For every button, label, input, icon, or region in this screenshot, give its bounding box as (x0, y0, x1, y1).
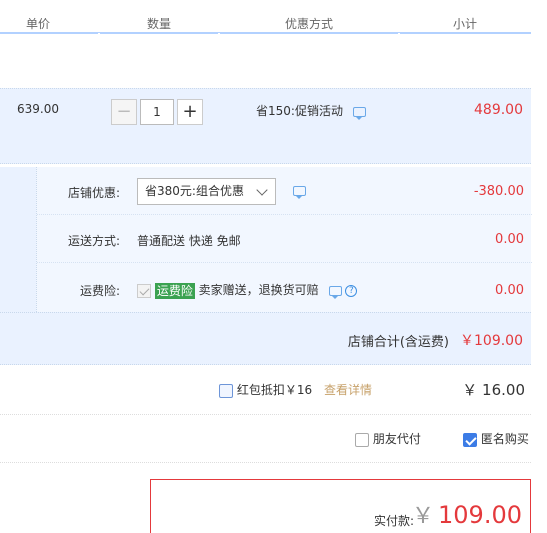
item-subtotal: 489.00 (474, 102, 523, 118)
shipping-amount: 0.00 (495, 232, 524, 247)
insurance-badge: 运费险 (154, 282, 195, 299)
friend-pay-label: 朋友代付 (372, 432, 421, 446)
payment-summary-box: 实付款: ￥ 109.00 (150, 479, 531, 533)
actual-payment-amount: ￥ 109.00 (412, 498, 522, 530)
anonymous-label: 匿名购买 (480, 432, 529, 446)
qty-decrease-button[interactable]: − (111, 99, 137, 125)
header-separator (218, 33, 220, 36)
header-quantity: 数量 (147, 17, 172, 31)
insurance-checkbox (137, 283, 151, 298)
shop-discount-label: 店铺优惠: (67, 186, 120, 200)
message-icon[interactable] (352, 106, 366, 120)
currency-symbol: ￥ (412, 504, 435, 529)
shop-discount-selected: 省380元:组合优惠 (145, 184, 244, 198)
message-icon[interactable] (293, 186, 306, 199)
shop-discount-row: 店铺优惠: 省380元:组合优惠 -380.00 (37, 167, 532, 215)
shop-total-amount: ￥109.00 (460, 333, 523, 349)
promotion-text: 省150:促销活动 (256, 104, 343, 118)
qty-increase-button[interactable]: + (177, 99, 203, 125)
view-details-link[interactable]: 查看详情 (324, 383, 372, 397)
header-separator (398, 33, 400, 36)
payment-value: 109.00 (438, 501, 522, 529)
qty-input[interactable]: 1 (140, 99, 174, 125)
header-unit-price: 单价 (26, 17, 51, 31)
shipping-method: 普通配送 快递 免邮 (137, 234, 241, 248)
shop-total-label: 店铺合计(含运费) (347, 335, 449, 350)
red-packet-label: 红包抵扣￥16 (236, 383, 313, 397)
insurance-text: 卖家赠送，退换货可赔 (198, 283, 319, 297)
cart-item-row: 639.00 − 1 + 省150:促销活动 489.00 (0, 88, 531, 164)
insurance-label: 运费险: (79, 284, 120, 298)
order-options-row: 朋友代付 匿名购买 (0, 415, 531, 463)
message-icon[interactable] (328, 285, 342, 299)
insurance-info: 运费险 卖家赠送，退换货可赔 ? (137, 281, 358, 299)
chevron-down-icon (256, 184, 268, 196)
shop-discount-amount: -380.00 (473, 184, 524, 199)
anonymous-checkbox[interactable] (463, 432, 477, 447)
anonymous-option[interactable]: 匿名购买 (463, 430, 529, 447)
friend-pay-option[interactable]: 朋友代付 (355, 430, 421, 447)
shop-options: 店铺优惠: 省380元:组合优惠 -380.00 运送方式: 普通配送 快递 免… (36, 167, 532, 312)
header-subtotal: 小计 (453, 17, 478, 31)
friend-pay-checkbox[interactable] (355, 432, 369, 447)
shipping-row: 运送方式: 普通配送 快递 免邮 0.00 (37, 215, 532, 263)
header-separator (98, 33, 100, 36)
item-unit-price: 639.00 (17, 102, 59, 116)
red-packet-checkbox[interactable] (219, 383, 233, 398)
shop-summary-block: 店铺优惠: 省380元:组合优惠 -380.00 运送方式: 普通配送 快递 免… (0, 167, 532, 365)
help-icon[interactable]: ? (345, 284, 358, 297)
shop-total-row: 店铺合计(含运费) ￥109.00 (0, 312, 531, 365)
actual-payment-label: 实付款: (373, 514, 414, 528)
red-packet-option: 红包抵扣￥16 查看详情 (219, 381, 372, 398)
item-promotion: 省150:促销活动 (256, 102, 366, 120)
shipping-label: 运送方式: (67, 234, 120, 248)
header-promotion: 优惠方式 (285, 17, 334, 31)
insurance-row: 运费险: 运费险 卖家赠送，退换货可赔 ? 0.00 (37, 263, 532, 312)
cart-table-header: 单价 数量 优惠方式 小计 (0, 0, 531, 36)
red-packet-amount: ￥ 16.00 (462, 381, 525, 399)
shop-discount-select[interactable]: 省380元:组合优惠 (137, 178, 276, 205)
insurance-amount: 0.00 (495, 283, 524, 298)
quantity-stepper: − 1 + (111, 99, 203, 127)
red-packet-row: 红包抵扣￥16 查看详情 ￥ 16.00 (0, 365, 531, 415)
